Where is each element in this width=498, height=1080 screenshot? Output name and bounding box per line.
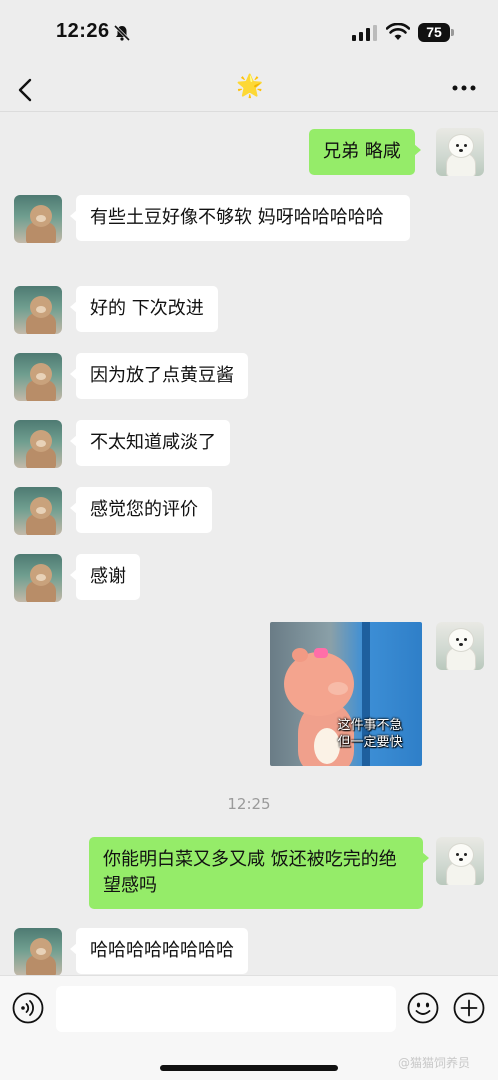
message-text: 哈哈哈哈哈哈哈哈 bbox=[90, 940, 234, 961]
message-text: 好的 下次改进 bbox=[90, 298, 204, 319]
chat-title-star-icon: 🌟 bbox=[236, 74, 264, 99]
status-bar: 12:26 75 bbox=[0, 0, 498, 68]
battery-tip bbox=[451, 29, 454, 36]
chat-timestamp: 12:25 bbox=[227, 795, 271, 813]
more-options-icon[interactable] bbox=[452, 85, 476, 91]
message-text: 兄弟 略咸 bbox=[323, 141, 401, 162]
message-bubble-incoming[interactable]: 不太知道咸淡了 bbox=[70, 420, 230, 466]
my-avatar[interactable] bbox=[436, 622, 484, 670]
message-text: 你能明白菜又多又咸 饭还被吃完的绝望感吗 bbox=[103, 849, 397, 896]
message-bubble-outgoing[interactable]: 你能明白菜又多又咸 饭还被吃完的绝望感吗 bbox=[89, 837, 429, 909]
message-bubble-incoming[interactable]: 哈哈哈哈哈哈哈哈 bbox=[70, 928, 248, 974]
message-input[interactable] bbox=[56, 986, 396, 1032]
wifi-icon bbox=[386, 23, 410, 40]
sticker-message[interactable]: 这件事不急 但一定要快 bbox=[270, 622, 422, 766]
message-bubble-incoming[interactable]: 感觉您的评价 bbox=[70, 487, 212, 533]
contact-avatar[interactable] bbox=[14, 420, 62, 468]
contact-avatar[interactable] bbox=[14, 353, 62, 401]
contact-avatar[interactable] bbox=[14, 286, 62, 334]
message-text: 有些土豆好像不够软 妈呀哈哈哈哈哈 bbox=[90, 207, 384, 228]
message-text: 感谢 bbox=[90, 566, 126, 587]
message-bubble-incoming[interactable]: 因为放了点黄豆酱 bbox=[70, 353, 248, 399]
status-time: 12:26 bbox=[56, 20, 110, 42]
message-bubble-incoming[interactable]: 感谢 bbox=[70, 554, 140, 600]
contact-avatar[interactable] bbox=[14, 554, 62, 602]
chat-header: 🌟 bbox=[0, 68, 498, 112]
contact-avatar[interactable] bbox=[14, 487, 62, 535]
contact-avatar[interactable] bbox=[14, 195, 62, 243]
contact-avatar[interactable] bbox=[14, 928, 62, 976]
back-arrow-icon[interactable] bbox=[16, 77, 34, 103]
home-indicator[interactable] bbox=[160, 1065, 338, 1071]
my-avatar[interactable] bbox=[436, 128, 484, 176]
message-text: 因为放了点黄豆酱 bbox=[90, 365, 234, 386]
message-bubble-incoming[interactable]: 好的 下次改进 bbox=[70, 286, 218, 332]
emoji-icon[interactable] bbox=[407, 992, 439, 1024]
battery-indicator: 75 bbox=[418, 23, 450, 42]
sticker-caption-line1: 这件事不急 bbox=[337, 718, 403, 733]
message-bubble-outgoing[interactable]: 兄弟 略咸 bbox=[309, 129, 421, 175]
cellular-signal-icon bbox=[352, 25, 377, 41]
voice-input-icon[interactable] bbox=[12, 992, 44, 1024]
sticker-caption-line2: 但一定要快 bbox=[337, 735, 403, 750]
watermark: @猫猫饲养员 bbox=[398, 1056, 471, 1070]
message-text: 不太知道咸淡了 bbox=[90, 432, 216, 453]
my-avatar[interactable] bbox=[436, 837, 484, 885]
bell-slash-icon bbox=[113, 24, 131, 42]
message-bubble-incoming[interactable]: 有些土豆好像不够软 妈呀哈哈哈哈哈 bbox=[70, 195, 410, 241]
plus-icon[interactable] bbox=[453, 992, 485, 1024]
message-text: 感觉您的评价 bbox=[90, 499, 198, 520]
